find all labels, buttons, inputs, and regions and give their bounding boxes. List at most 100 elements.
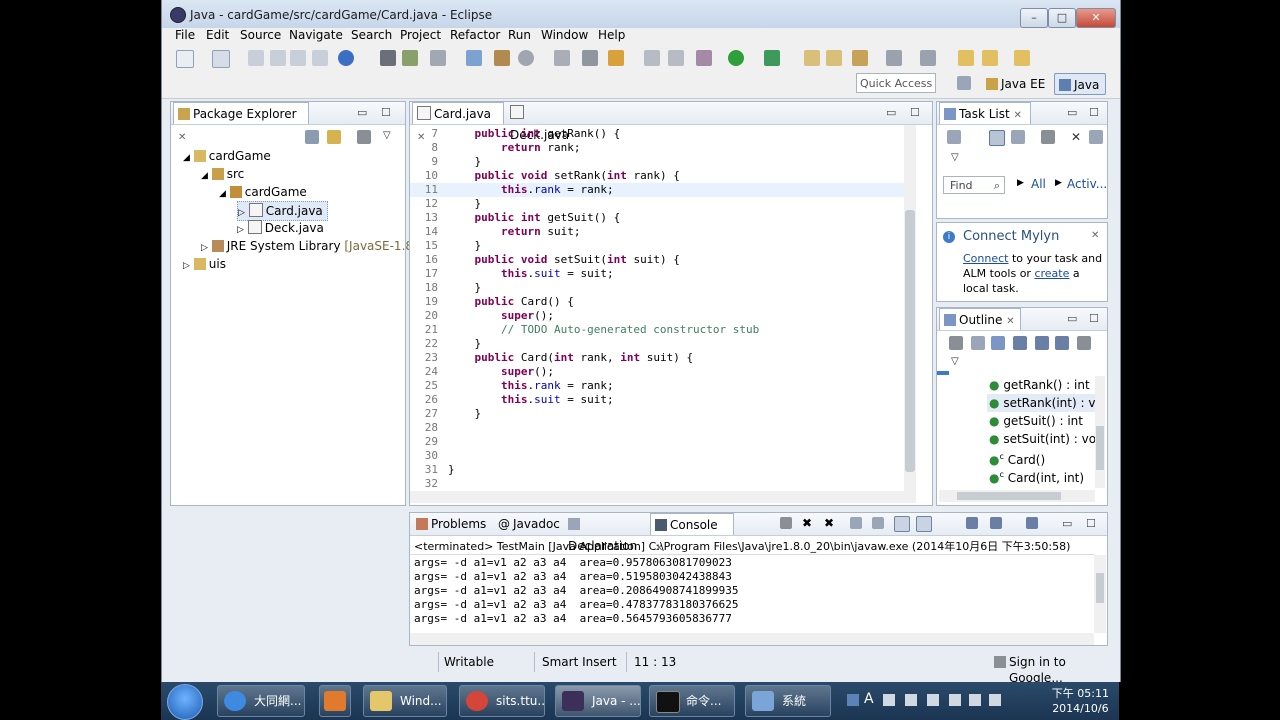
maximize-view-icon[interactable]: ☐	[1089, 312, 1099, 325]
tray-icon[interactable]	[949, 694, 961, 706]
taskbar-chrome[interactable]: sits.ttu....	[459, 685, 545, 717]
view-dropdown-icon[interactable]: ▽	[951, 152, 959, 163]
code-line[interactable]: 17 this.suit = suit;	[410, 267, 904, 281]
taskbar-cmd[interactable]: 命令...	[649, 685, 735, 717]
hide-fields-icon[interactable]	[1013, 336, 1027, 350]
tray-icon[interactable]	[927, 694, 939, 706]
hide-nonpublic-icon[interactable]	[1055, 336, 1069, 350]
menu-navigate[interactable]: Navigate	[289, 28, 343, 42]
back-icon[interactable]	[958, 50, 974, 66]
code-line[interactable]: 32	[410, 477, 904, 491]
terminate-icon[interactable]	[780, 517, 792, 529]
forward-icon[interactable]	[982, 50, 998, 66]
refresh-icon[interactable]	[518, 50, 534, 66]
tree-item-src[interactable]: ◢ src	[201, 165, 244, 183]
outline-item-card-ctor-args[interactable]: ●c Card(int, int)	[989, 466, 1084, 485]
perspective-javaee[interactable]: Java EE	[982, 73, 1054, 95]
taskbar-explorer[interactable]: Wind...	[363, 685, 447, 717]
code-line[interactable]: 30	[410, 449, 904, 463]
code-line[interactable]: 8 return rank;	[410, 141, 904, 155]
code-line[interactable]: 25 this.rank = rank;	[410, 379, 904, 393]
taskbar-eclipse[interactable]: Java - ...	[555, 685, 641, 717]
open-console-icon[interactable]	[1026, 517, 1038, 529]
open-task-icon[interactable]	[312, 50, 328, 66]
open-type-icon[interactable]	[826, 50, 842, 66]
display-icon[interactable]	[989, 694, 1001, 706]
minimize-view-icon[interactable]: ▭	[1067, 312, 1077, 325]
code-line[interactable]: 31}	[410, 463, 904, 477]
print-icon[interactable]	[290, 50, 306, 66]
tab-package-explorer[interactable]: Package Explorer ✕	[173, 102, 309, 143]
categorized-icon[interactable]	[989, 130, 1005, 146]
show-stderr-icon[interactable]	[916, 516, 932, 532]
task-filter-all[interactable]: All	[1031, 177, 1046, 191]
menu-project[interactable]: Project	[400, 28, 441, 42]
code-line[interactable]: 9 }	[410, 155, 904, 169]
minimize-view-icon[interactable]: ▭	[357, 106, 367, 119]
debug-icon[interactable]	[696, 50, 712, 66]
menu-refactor[interactable]: Refactor	[450, 28, 500, 42]
link-icon[interactable]	[554, 50, 570, 66]
collapse-all-icon[interactable]	[305, 130, 319, 144]
tab-declaration[interactable]: Declaration	[564, 513, 650, 553]
code-line[interactable]: 22 }	[410, 337, 904, 351]
task-find-input[interactable]: Find ⌕	[943, 176, 1005, 194]
clear-console-icon[interactable]	[850, 517, 862, 529]
collapse-icon[interactable]	[1089, 130, 1103, 144]
tree-item-uis[interactable]: ▷ uis	[183, 255, 226, 273]
focus-icon[interactable]	[949, 336, 963, 350]
minimize-editor-icon[interactable]: ▭	[886, 106, 896, 119]
view-menu-icon[interactable]	[357, 130, 371, 144]
outline-scrollbar[interactable]	[1095, 376, 1105, 488]
create-link[interactable]: create	[1034, 267, 1069, 280]
taskbar-ie[interactable]: 大同網...	[217, 685, 305, 717]
hierarchy-icon[interactable]	[582, 50, 598, 66]
outline-item-setsuit[interactable]: ● setSuit(int) : vo	[989, 430, 1095, 448]
hide-completed-icon[interactable]: ✕	[1071, 130, 1081, 144]
maximize-button[interactable]: □	[1048, 8, 1076, 28]
save-all-icon[interactable]	[270, 50, 286, 66]
run-external-icon[interactable]	[764, 50, 780, 66]
ime-mode[interactable]: A	[864, 691, 874, 707]
editor-horizontal-scrollbar[interactable]	[410, 491, 916, 503]
code-line[interactable]: 7 public int getRank() {	[410, 127, 904, 141]
minimize-button[interactable]: –	[1020, 8, 1048, 28]
maximize-editor-icon[interactable]: ☐	[910, 106, 920, 119]
code-line[interactable]: 16 public void setSuit(int suit) {	[410, 253, 904, 267]
menu-help[interactable]: Help	[598, 28, 625, 42]
link-with-editor-icon[interactable]	[327, 130, 341, 144]
close-tab-icon[interactable]: ✕	[178, 132, 186, 143]
code-line[interactable]: 29	[410, 435, 904, 449]
code-line[interactable]: 21 // TODO Auto-generated constructor st…	[410, 323, 904, 337]
highlight-icon[interactable]	[608, 50, 624, 66]
taskbar-system[interactable]: 系統	[745, 685, 831, 717]
code-line[interactable]: 23 public Card(int rank, int suit) {	[410, 351, 904, 365]
close-mylyn-icon[interactable]: ✕	[1091, 230, 1099, 241]
view-dropdown-icon[interactable]: ▽	[951, 356, 959, 367]
search-icon[interactable]	[852, 50, 868, 66]
console-hscrollbar[interactable]	[410, 633, 1094, 645]
outline-item-getsuit[interactable]: ● getSuit() : int	[989, 412, 1083, 430]
tree-item-package[interactable]: ◢ cardGame	[219, 183, 307, 201]
sign-in-google[interactable]: Sign in to Google...	[1009, 654, 1120, 682]
globe-icon[interactable]	[338, 50, 354, 66]
outline-item-setrank[interactable]: ● setRank(int) : vo	[987, 394, 1097, 412]
tab-problems[interactable]: Problems	[412, 513, 492, 535]
tab-task-list[interactable]: Task List ✕	[939, 102, 1031, 124]
code-line[interactable]: 26 this.suit = suit;	[410, 393, 904, 407]
maximize-view-icon[interactable]: ☐	[1086, 517, 1096, 530]
console-scrollbar[interactable]	[1094, 555, 1106, 633]
grid-icon[interactable]	[494, 50, 510, 66]
tab-deck-java[interactable]: Deck.java	[506, 102, 586, 142]
next-annotation-icon[interactable]	[886, 50, 902, 66]
new-wizard-icon[interactable]	[212, 50, 230, 68]
quick-access-input[interactable]: Quick Access	[856, 73, 936, 93]
minimize-view-icon[interactable]: ▭	[1067, 106, 1077, 119]
scheduled-icon[interactable]	[1011, 130, 1025, 144]
checkbox-icon[interactable]	[430, 50, 446, 66]
maximize-view-icon[interactable]: ☐	[1089, 106, 1099, 119]
last-edit-icon[interactable]	[1014, 50, 1030, 66]
document-icon[interactable]	[644, 50, 660, 66]
menu-window[interactable]: Window	[541, 28, 588, 42]
perspective-java[interactable]: Java	[1054, 73, 1106, 95]
